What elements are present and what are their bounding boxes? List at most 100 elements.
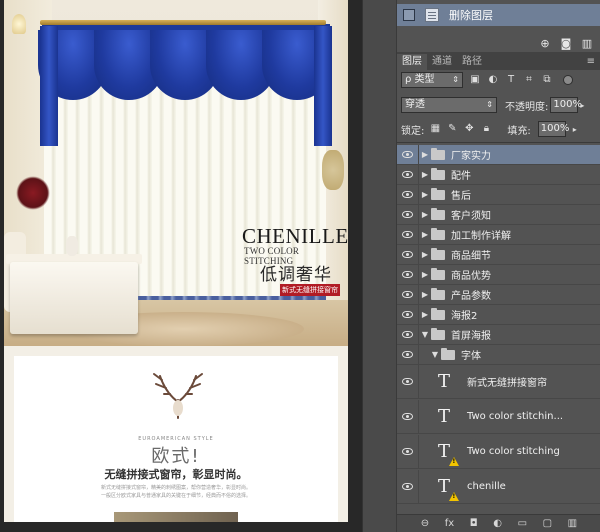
document-canvas[interactable]: CHENILLE TWO COLOR STITCHING 低调奢华 新式无缝拼接… <box>4 0 348 522</box>
trash-icon[interactable]: ▥ <box>581 37 593 50</box>
visibility-toggle[interactable] <box>397 469 419 504</box>
visibility-toggle[interactable] <box>397 364 419 399</box>
layer-group-row[interactable]: ▶ 加工制作详解 <box>397 224 600 245</box>
type-layer-thumbnail: T <box>431 439 459 466</box>
canvas-area[interactable]: CHENILLE TWO COLOR STITCHING 低调奢华 新式无缝拼接… <box>0 0 362 532</box>
layer-group-row[interactable]: ▶ 海报2 <box>397 304 600 325</box>
text-layer-row[interactable]: T chenille <box>397 469 600 504</box>
text-layer-row[interactable]: T 新式无缝拼接窗帘 <box>397 364 600 399</box>
group-icon[interactable]: ▭ <box>518 518 527 529</box>
layer-name: 新式无缝拼接窗帘 <box>467 378 547 389</box>
eye-icon <box>402 448 413 455</box>
layer-name: 商品优势 <box>451 271 491 282</box>
link-icon[interactable]: ⊖ <box>421 518 429 529</box>
lower-description-line: 一般区分欧式家具与普通家具的关键在于细节，经典而不俗的选择。 <box>100 493 251 499</box>
blend-mode-select[interactable]: 穿透 ⇕ <box>401 97 497 113</box>
lock-all-icon[interactable]: 🔒︎ <box>480 123 492 135</box>
type-layer-thumbnail: T <box>431 474 459 501</box>
layers-bottom-toolbar: ⊖ fx ◘ ◐ ▭ ▢ ▥ <box>397 514 600 532</box>
layer-filter-select[interactable]: ρ 类型 ⇕ <box>401 72 463 88</box>
visibility-toggle[interactable] <box>397 144 419 165</box>
trash-icon[interactable]: ▥ <box>568 518 577 529</box>
visibility-toggle[interactable] <box>397 399 419 434</box>
expand-arrow-icon[interactable]: ▶ <box>419 170 431 179</box>
tab-paths[interactable]: 路径 <box>457 54 487 70</box>
panel-menu-icon[interactable]: ≡ <box>587 54 595 70</box>
opacity-field[interactable]: 100% <box>550 97 582 113</box>
lock-transparency-icon[interactable]: ▦ <box>429 123 441 135</box>
type-layer-thumbnail: T <box>431 369 457 395</box>
layer-group-row[interactable]: ▶ 厂家实力 <box>397 144 600 165</box>
folder-open-icon <box>441 347 455 360</box>
filter-shape-icon[interactable]: ⌗ <box>523 74 535 86</box>
new-layer-icon[interactable]: ▢ <box>543 518 552 529</box>
layer-group-row[interactable]: ▶ 配件 <box>397 164 600 185</box>
collapse-arrow-icon[interactable]: ▼ <box>429 350 441 359</box>
panel-dock-strip <box>362 0 396 532</box>
new-snapshot-icon[interactable]: ⊕ <box>539 37 551 50</box>
layer-group-row[interactable]: ▶ 产品参数 <box>397 284 600 305</box>
layer-group-row[interactable]: ▼ 字体 <box>397 344 600 365</box>
visibility-toggle[interactable] <box>397 184 419 205</box>
visibility-toggle[interactable] <box>397 344 419 365</box>
history-state-item[interactable]: 删除图层 <box>397 4 600 26</box>
visibility-toggle[interactable] <box>397 434 419 469</box>
filter-adjustment-icon[interactable]: ◐ <box>487 74 499 86</box>
text-layer-row[interactable]: T Two color stitchin... <box>397 399 600 434</box>
tab-channels[interactable]: 通道 <box>427 54 457 70</box>
filter-type-icon[interactable]: T <box>505 74 517 86</box>
folder-icon <box>431 167 445 180</box>
text-layer-row[interactable]: T Two color stitching <box>397 434 600 469</box>
fill-field[interactable]: 100% <box>537 121 569 137</box>
layer-name: 售后 <box>451 191 471 202</box>
history-toolbar: ⊕ ◙ ▥ <box>397 34 600 52</box>
expand-arrow-icon[interactable]: ▶ <box>419 310 431 319</box>
expand-arrow-icon[interactable]: ▶ <box>419 250 431 259</box>
lock-brush-icon[interactable]: ✎ <box>446 123 458 135</box>
expand-arrow-icon[interactable]: ▶ <box>419 190 431 199</box>
eye-icon <box>402 191 413 198</box>
layer-group-row[interactable]: ▶ 商品细节 <box>397 244 600 265</box>
wall-ornament-image <box>322 150 344 190</box>
camera-icon[interactable]: ◙ <box>560 37 572 50</box>
opacity-dropdown-icon[interactable]: ▸ <box>580 101 584 110</box>
lock-position-icon[interactable]: ✥ <box>463 123 475 135</box>
eye-icon <box>402 351 413 358</box>
tv-cabinet-image <box>10 262 138 334</box>
visibility-toggle[interactable] <box>397 264 419 285</box>
brand-tag: 新式无缝拼接窗帘 <box>280 284 340 296</box>
fx-icon[interactable]: fx <box>445 518 454 529</box>
lock-label: 锁定: <box>401 125 425 137</box>
expand-arrow-icon[interactable]: ▶ <box>419 150 431 159</box>
layer-group-row[interactable]: ▶ 客户须知 <box>397 204 600 225</box>
filter-toggle[interactable] <box>563 75 573 85</box>
visibility-toggle[interactable] <box>397 304 419 325</box>
expand-arrow-icon[interactable]: ▶ <box>419 290 431 299</box>
visibility-toggle[interactable] <box>397 284 419 305</box>
collapse-arrow-icon[interactable]: ▼ <box>419 330 431 339</box>
adjustment-icon[interactable]: ◐ <box>493 518 502 529</box>
expand-arrow-icon[interactable]: ▶ <box>419 270 431 279</box>
layers-tabbar: 图层 通道 路径 ≡ <box>397 52 600 70</box>
visibility-toggle[interactable] <box>397 324 419 345</box>
visibility-toggle[interactable] <box>397 164 419 185</box>
expand-arrow-icon[interactable]: ▶ <box>419 230 431 239</box>
history-state-label: 删除图层 <box>449 9 493 22</box>
lower-title: 欧式! <box>151 446 201 467</box>
visibility-toggle[interactable] <box>397 204 419 225</box>
tab-layers[interactable]: 图层 <box>397 54 427 70</box>
vase-image <box>66 236 78 256</box>
mask-icon[interactable]: ◘ <box>470 518 478 529</box>
valance-tail <box>314 26 332 146</box>
lower-subtitle: 无缝拼接式窗帘，彰显时尚。 <box>104 468 248 481</box>
visibility-toggle[interactable] <box>397 224 419 245</box>
expand-arrow-icon[interactable]: ▶ <box>419 210 431 219</box>
fill-dropdown-icon[interactable]: ▸ <box>573 125 577 134</box>
filter-smartobject-icon[interactable]: ⧉ <box>541 74 553 86</box>
layer-group-row[interactable]: ▶ 商品优势 <box>397 264 600 285</box>
filter-pixel-icon[interactable]: ▣ <box>469 74 481 86</box>
layer-group-row[interactable]: ▼ 首屏海报 <box>397 324 600 345</box>
visibility-toggle[interactable] <box>397 244 419 265</box>
history-brush-source-checkbox[interactable] <box>403 9 415 21</box>
layer-group-row[interactable]: ▶ 售后 <box>397 184 600 205</box>
